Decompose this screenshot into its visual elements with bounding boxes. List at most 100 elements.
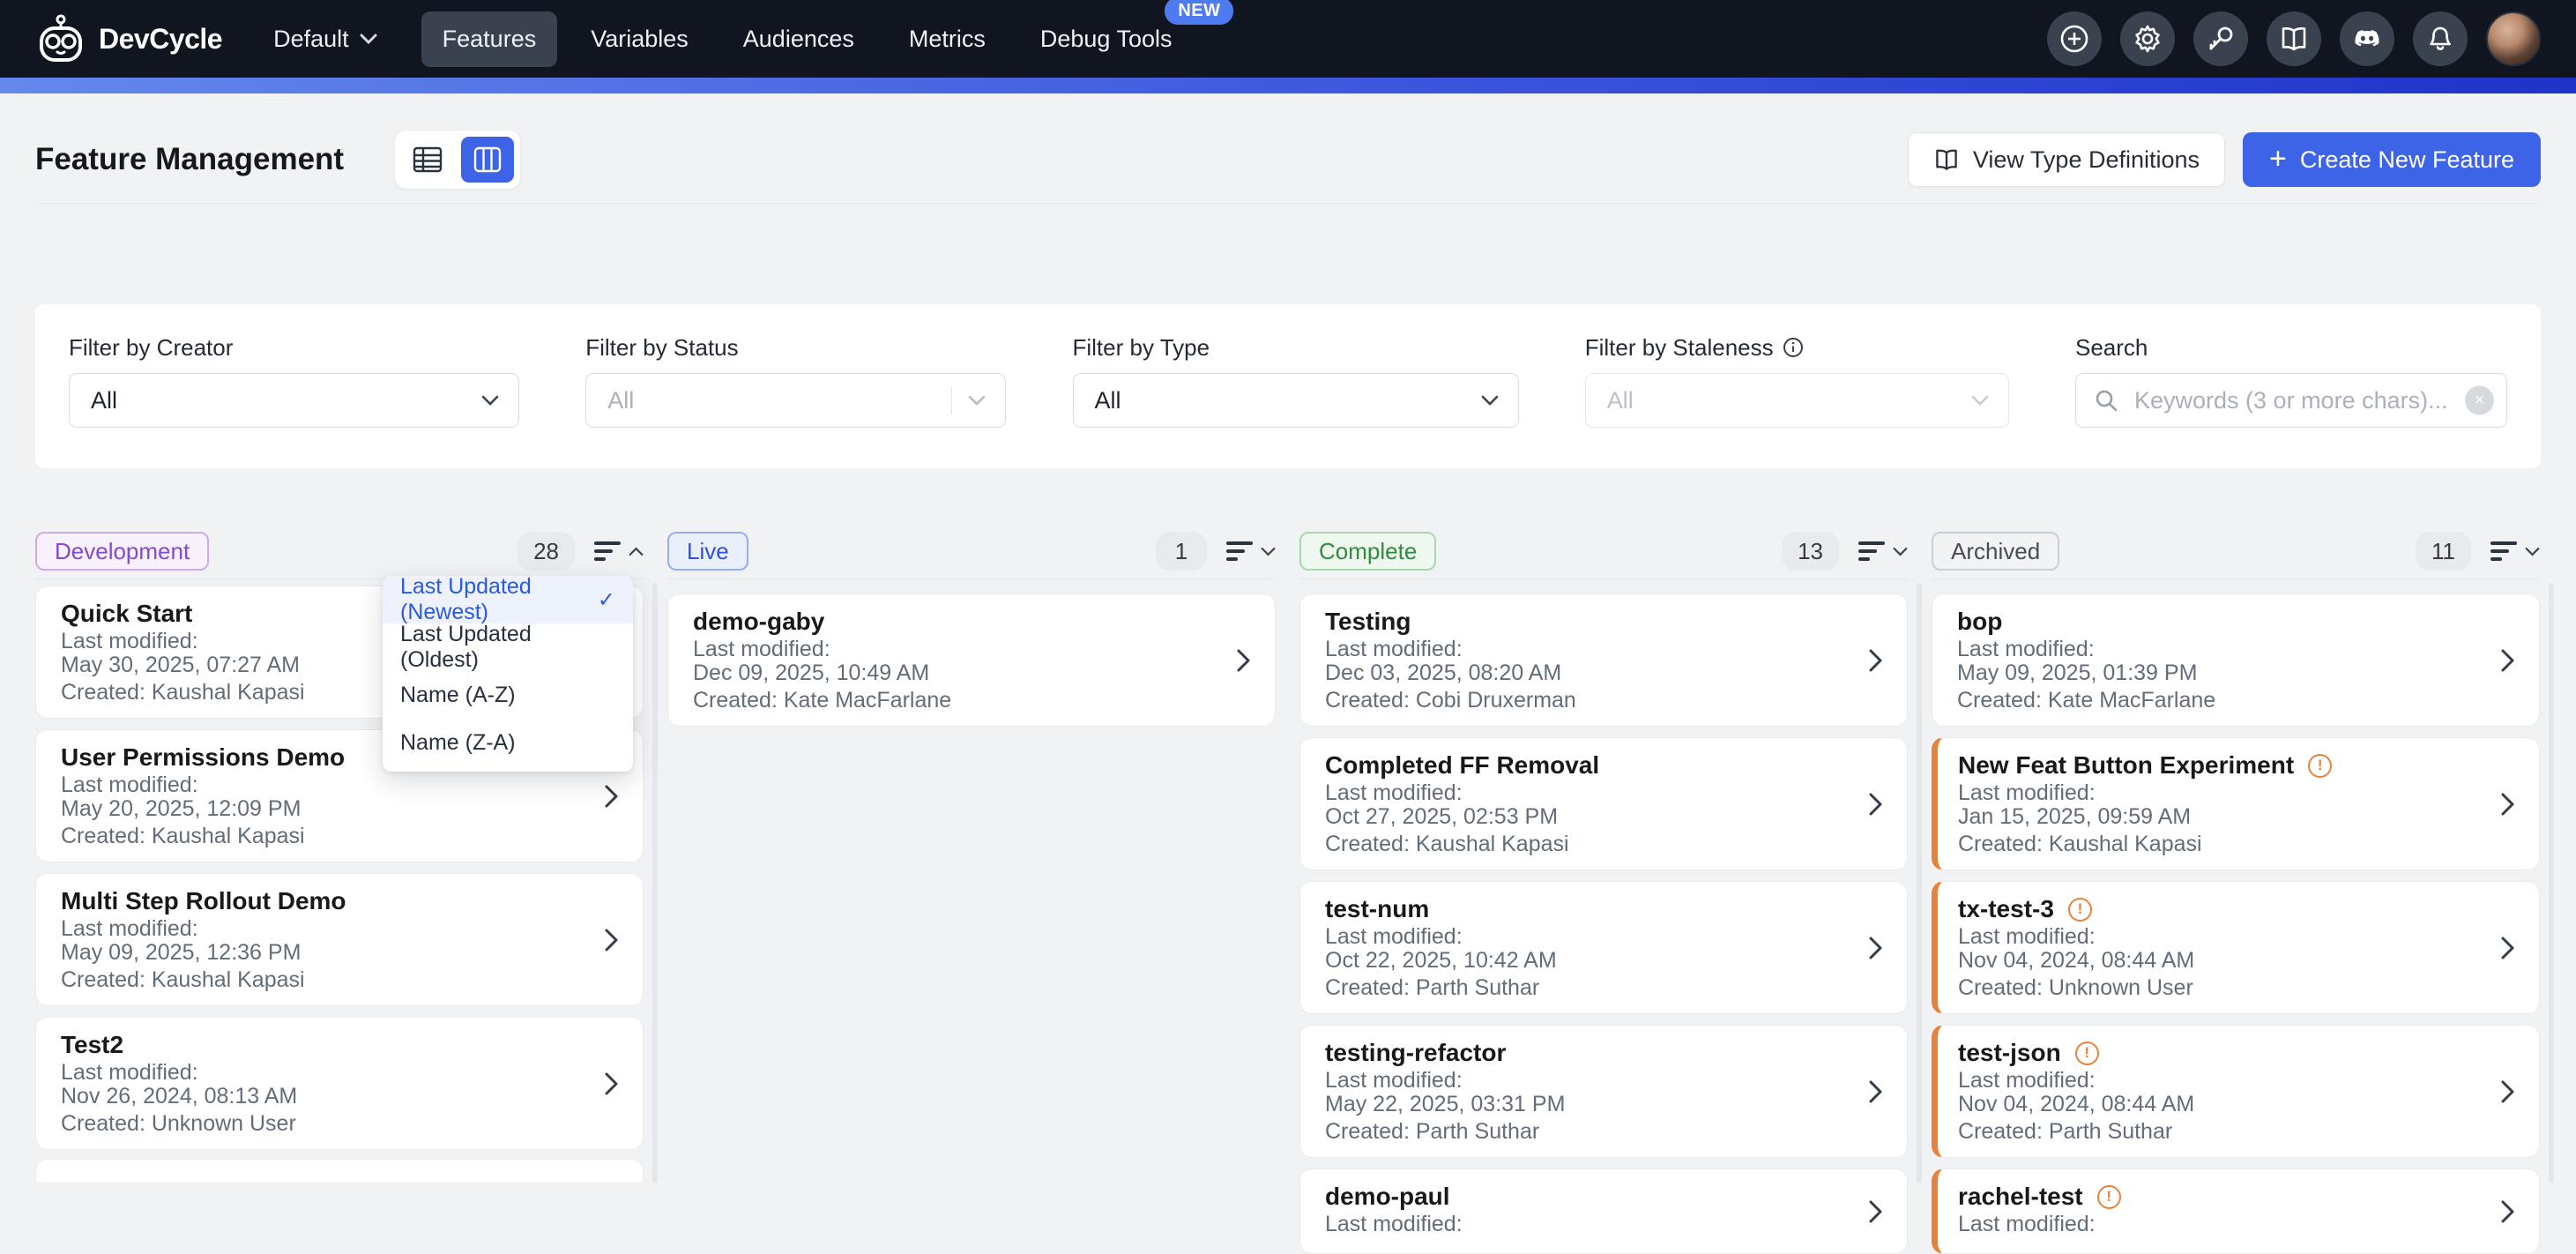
created-by: Created: Parth Suthar — [1325, 976, 1845, 1000]
feature-card[interactable]: Multi Step Rollout DemoLast modified:May… — [35, 873, 644, 1006]
chevron-down-icon — [1481, 395, 1499, 406]
feature-card[interactable]: demo-gabyLast modified:Dec 09, 2025, 10:… — [667, 593, 1276, 727]
chevron-right-icon — [1869, 793, 1882, 816]
accent-gradient-bar — [0, 78, 2576, 93]
filter-status: Filter by Status All — [585, 334, 1006, 428]
documentation-button[interactable] — [2267, 11, 2321, 66]
feature-card-title: Multi Step Rollout Demo — [61, 887, 346, 915]
column-scrollbar[interactable] — [2549, 583, 2554, 1183]
last-modified-date: Oct 27, 2025, 02:53 PM — [1325, 805, 1845, 829]
chevron-right-icon — [1869, 1200, 1882, 1223]
sort-option[interactable]: Name (Z-A) — [383, 719, 633, 766]
feature-card[interactable]: rachel-test!Last modified: — [1932, 1168, 2540, 1254]
feature-card-title: User Permissions Demo — [61, 743, 345, 772]
filter-type: Filter by Type All — [1073, 334, 1519, 428]
nav-item-metrics[interactable]: Metrics — [888, 11, 1007, 67]
feature-card[interactable]: Test2Last modified:Nov 26, 2024, 08:13 A… — [35, 1017, 644, 1150]
filter-status-label: Filter by Status — [585, 334, 1006, 361]
nav-item-features[interactable]: Features — [421, 11, 558, 67]
clear-search-icon[interactable]: × — [2465, 386, 2494, 415]
chevron-right-icon — [2501, 649, 2514, 672]
discord-button[interactable] — [2340, 11, 2394, 66]
created-by: Created: Kaushal Kapasi — [61, 968, 581, 992]
page-title: Feature Management — [35, 142, 344, 177]
column-sort-button[interactable] — [594, 541, 644, 561]
nav-item-audiences[interactable]: Audiences — [722, 11, 875, 67]
sort-option[interactable]: Last Updated (Newest)✓ — [383, 576, 633, 623]
column-count-badge: 28 — [517, 532, 575, 571]
sort-option[interactable]: Name (A-Z) — [383, 671, 633, 719]
filter-type-label: Filter by Type — [1073, 334, 1519, 361]
column-status-badge[interactable]: Complete — [1299, 532, 1436, 571]
feature-card[interactable]: New Feat Button Experiment!Last modified… — [1932, 737, 2540, 870]
filter-type-value: All — [1095, 387, 1121, 414]
chevron-right-icon — [2501, 1080, 2514, 1103]
table-view-button[interactable] — [401, 137, 454, 183]
chevron-right-icon — [1237, 649, 1250, 672]
brand[interactable]: DevCycle — [35, 13, 222, 64]
board-view-icon — [473, 146, 502, 173]
filter-type-select[interactable]: All — [1073, 373, 1519, 428]
column-scrollbar[interactable] — [1917, 583, 1922, 1183]
last-modified-label: Last modified: — [1958, 925, 2477, 949]
top-navigation: DevCycle Default FeaturesVariablesAudien… — [0, 0, 2576, 78]
chevron-right-icon — [2501, 793, 2514, 816]
add-circle-button[interactable] — [2047, 11, 2102, 66]
last-modified-label: Last modified: — [1325, 1069, 1845, 1093]
feature-card[interactable]: tx-test-3!Last modified:Nov 04, 2024, 08… — [1932, 881, 2540, 1014]
column-status-badge[interactable]: Development — [35, 532, 209, 571]
sort-option[interactable]: Last Updated (Oldest) — [383, 623, 633, 671]
feature-card[interactable]: Completed FF RemovalLast modified:Oct 27… — [1299, 737, 1908, 870]
feature-card[interactable]: test-json!Last modified:Nov 04, 2024, 08… — [1932, 1025, 2540, 1158]
column-sort-button[interactable] — [2490, 541, 2540, 561]
filter-creator-select[interactable]: All — [69, 373, 519, 428]
feature-card-title: tx-test-3 — [1958, 895, 2054, 923]
search-input[interactable]: Keywords (3 or more chars)... × — [2075, 373, 2507, 428]
api-keys-button[interactable] — [2193, 11, 2248, 66]
feature-card[interactable]: testing-refactorLast modified:May 22, 20… — [1299, 1025, 1908, 1158]
feature-card-title: Completed FF Removal — [1325, 751, 1599, 780]
filter-staleness-select[interactable]: All — [1585, 373, 2009, 428]
feature-card[interactable] — [35, 1159, 644, 1182]
column-status-badge[interactable]: Live — [667, 532, 748, 571]
nav-item-label: Debug Tools — [1040, 26, 1173, 52]
feature-card[interactable]: test-numLast modified:Oct 22, 2025, 10:4… — [1299, 881, 1908, 1014]
filter-creator-label: Filter by Creator — [69, 334, 519, 361]
last-modified-label: Last modified: — [61, 917, 581, 941]
column-card-list: TestingLast modified:Dec 03, 2025, 08:20… — [1299, 579, 1908, 1254]
project-switcher[interactable]: Default — [273, 26, 377, 53]
column-sort-button[interactable] — [1226, 541, 1276, 561]
column-card-list: bopLast modified:May 09, 2025, 01:39 PMC… — [1932, 579, 2540, 1254]
last-modified-label: Last modified: — [1325, 781, 1845, 805]
board-view-button[interactable] — [461, 137, 514, 183]
settings-button[interactable] — [2120, 11, 2175, 66]
last-modified-label: Last modified: — [1957, 638, 2477, 661]
last-modified-date: May 09, 2025, 01:39 PM — [1957, 661, 2477, 685]
notifications-button[interactable] — [2413, 11, 2468, 66]
column-scrollbar[interactable] — [652, 583, 658, 1183]
chevron-right-icon — [605, 785, 618, 808]
feature-card[interactable]: bopLast modified:May 09, 2025, 01:39 PMC… — [1932, 593, 2540, 727]
filter-search: Search Keywords (3 or more chars)... × — [2075, 334, 2507, 428]
column-sort-button[interactable] — [1858, 541, 1908, 561]
last-modified-label: Last modified: — [693, 638, 1213, 661]
view-type-definitions-button[interactable]: View Type Definitions — [1908, 132, 2225, 187]
last-modified-label: Last modified: — [1325, 1213, 1845, 1236]
sort-option-label: Last Updated (Oldest) — [400, 622, 615, 673]
create-new-feature-button[interactable]: + Create New Feature — [2243, 132, 2541, 187]
brand-name: DevCycle — [99, 23, 222, 56]
column-count-badge: 13 — [1782, 532, 1839, 571]
feature-card[interactable]: TestingLast modified:Dec 03, 2025, 08:20… — [1299, 593, 1908, 727]
feature-card-title: bop — [1957, 608, 2002, 636]
filter-status-select[interactable]: All — [585, 373, 1006, 428]
created-by: Created: Unknown User — [1958, 976, 2477, 1000]
filter-status-placeholder: All — [607, 387, 634, 414]
last-modified-label: Last modified: — [1958, 1069, 2477, 1093]
filter-bar: Filter by Creator All Filter by Status A… — [35, 304, 2541, 468]
user-avatar[interactable] — [2486, 11, 2541, 66]
nav-item-variables[interactable]: Variables — [570, 11, 710, 67]
feature-card[interactable]: demo-paulLast modified: — [1299, 1168, 1908, 1254]
column-status-badge[interactable]: Archived — [1932, 532, 2059, 571]
info-icon[interactable] — [1783, 337, 1804, 358]
nav-item-debug-tools[interactable]: Debug ToolsNEW — [1019, 11, 1194, 67]
